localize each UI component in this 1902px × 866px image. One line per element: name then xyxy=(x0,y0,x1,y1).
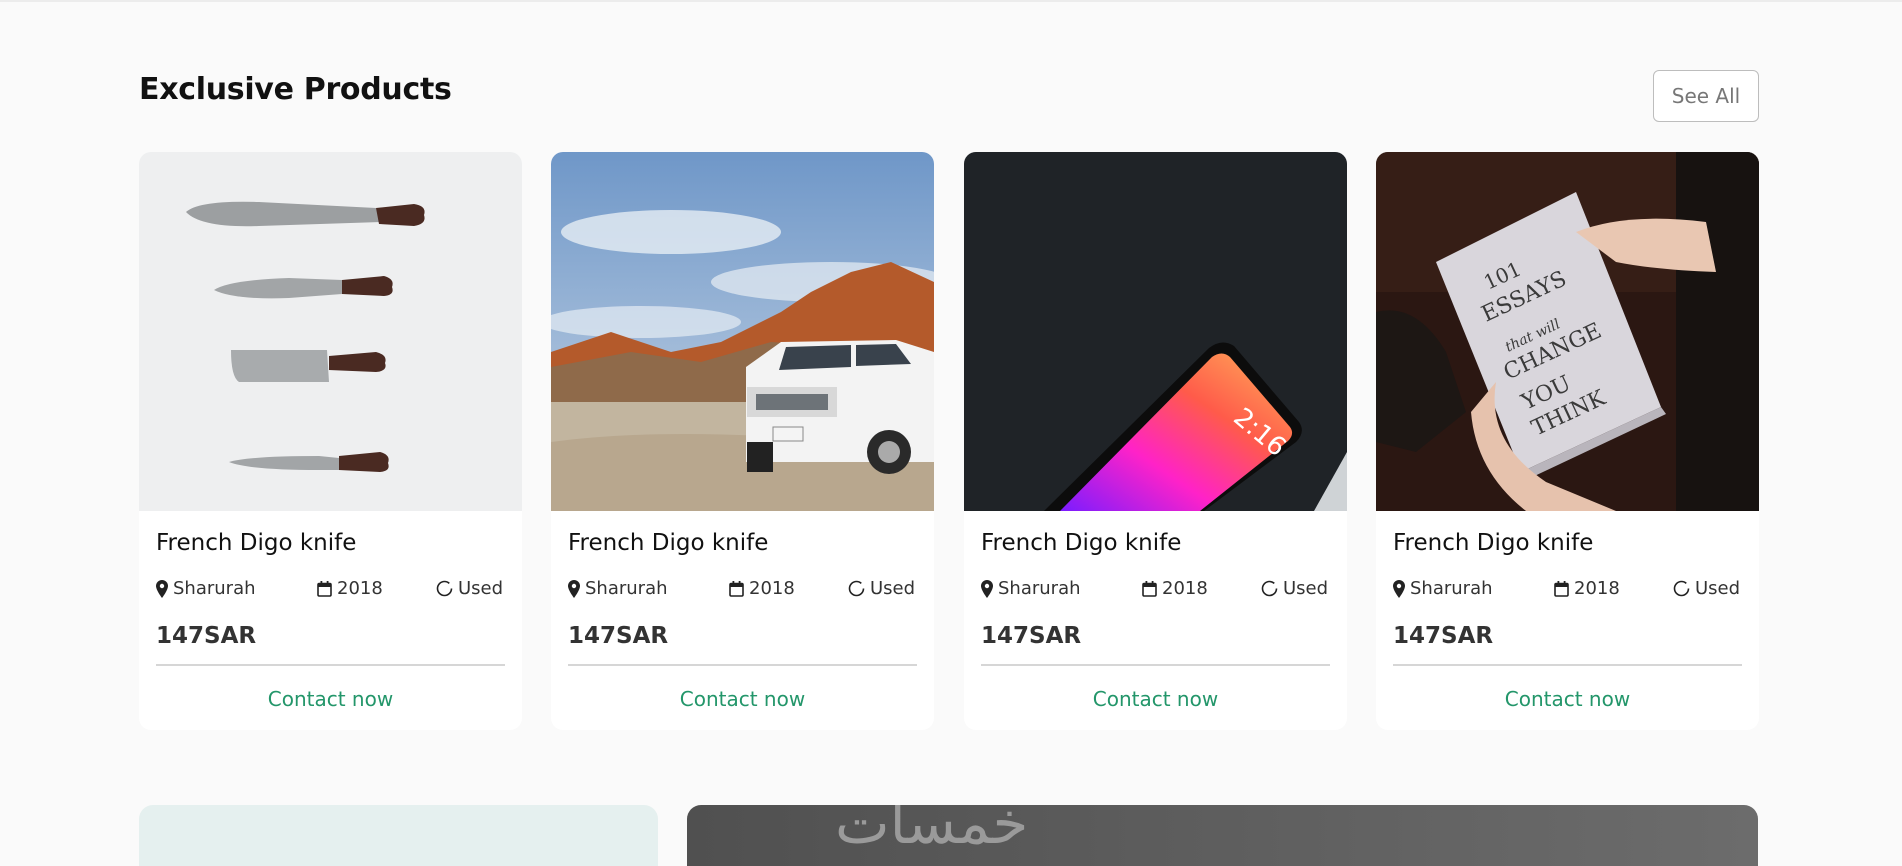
product-condition: Used xyxy=(1261,578,1328,599)
product-year-text: 2018 xyxy=(749,578,795,599)
product-year: 2018 xyxy=(1554,578,1620,599)
loader-icon xyxy=(848,580,865,597)
top-divider xyxy=(0,0,1902,2)
calendar-icon xyxy=(1142,580,1157,597)
product-meta: Sharurah 2018 Used xyxy=(156,578,505,604)
product-card-body: French Digo knife Sharurah 2018 Used 147… xyxy=(568,511,917,730)
product-grid: French Digo knife Sharurah 2018 Used 147… xyxy=(139,152,1759,730)
product-card[interactable]: French Digo knife Sharurah 2018 Used 147… xyxy=(139,152,522,730)
location-pin-icon xyxy=(568,579,580,598)
product-price: 147SAR xyxy=(1393,623,1494,649)
product-image-suv[interactable] xyxy=(551,152,934,511)
product-price: 147SAR xyxy=(156,623,257,649)
product-condition: Used xyxy=(848,578,915,599)
product-name[interactable]: French Digo knife xyxy=(1393,530,1593,556)
product-condition: Used xyxy=(436,578,503,599)
product-card[interactable]: French Digo knife Sharurah 2018 Used 147… xyxy=(551,152,934,730)
product-card-body: French Digo knife Sharurah 2018 Used 147… xyxy=(981,511,1330,730)
product-location-text: Sharurah xyxy=(585,578,668,599)
location-pin-icon xyxy=(1393,579,1405,598)
card-divider xyxy=(981,664,1330,666)
product-year-text: 2018 xyxy=(337,578,383,599)
product-card[interactable]: 101 ESSAYS that will CHANGE YOU THINK Fr… xyxy=(1376,152,1759,730)
product-name[interactable]: French Digo knife xyxy=(981,530,1181,556)
product-location: Sharurah xyxy=(1393,578,1493,599)
product-card-body: French Digo knife Sharurah 2018 Used 147… xyxy=(1393,511,1742,730)
card-divider xyxy=(1393,664,1742,666)
product-location: Sharurah xyxy=(156,578,256,599)
product-location: Sharurah xyxy=(981,578,1081,599)
location-pin-icon xyxy=(981,579,993,598)
contact-now-link[interactable]: Contact now xyxy=(1393,687,1742,711)
loader-icon xyxy=(436,580,453,597)
product-name[interactable]: French Digo knife xyxy=(568,530,768,556)
see-all-button[interactable]: See All xyxy=(1653,70,1759,122)
product-image-book[interactable]: 101 ESSAYS that will CHANGE YOU THINK xyxy=(1376,152,1759,511)
product-condition-text: Used xyxy=(1283,578,1329,599)
product-year: 2018 xyxy=(1142,578,1208,599)
product-meta: Sharurah 2018 Used xyxy=(568,578,917,604)
product-year-text: 2018 xyxy=(1162,578,1208,599)
contact-now-link[interactable]: Contact now xyxy=(981,687,1330,711)
promo-banner-left xyxy=(139,805,658,866)
product-location-text: Sharurah xyxy=(173,578,256,599)
product-condition-text: Used xyxy=(870,578,916,599)
khamsat-watermark: خمسات xyxy=(835,805,1029,857)
promo-banner-right: خمسات xyxy=(687,805,1758,866)
product-year: 2018 xyxy=(317,578,383,599)
loader-icon xyxy=(1261,580,1278,597)
loader-icon xyxy=(1673,580,1690,597)
calendar-icon xyxy=(1554,580,1569,597)
calendar-icon xyxy=(317,580,332,597)
location-pin-icon xyxy=(156,579,168,598)
calendar-icon xyxy=(729,580,744,597)
product-image-smartphone[interactable]: 2:16 xyxy=(964,152,1347,511)
product-card[interactable]: 2:16 French Digo knife Sharurah 2018 Use… xyxy=(964,152,1347,730)
product-meta: Sharurah 2018 Used xyxy=(1393,578,1742,604)
product-meta: Sharurah 2018 Used xyxy=(981,578,1330,604)
product-location-text: Sharurah xyxy=(1410,578,1493,599)
product-condition-text: Used xyxy=(1695,578,1741,599)
product-year-text: 2018 xyxy=(1574,578,1620,599)
product-condition-text: Used xyxy=(458,578,504,599)
card-divider xyxy=(156,664,505,666)
product-name[interactable]: French Digo knife xyxy=(156,530,356,556)
product-price: 147SAR xyxy=(568,623,669,649)
product-card-body: French Digo knife Sharurah 2018 Used 147… xyxy=(156,511,505,730)
product-location-text: Sharurah xyxy=(998,578,1081,599)
product-condition: Used xyxy=(1673,578,1740,599)
section-title: Exclusive Products xyxy=(139,72,452,107)
card-divider xyxy=(568,664,917,666)
product-image-knives[interactable] xyxy=(139,152,522,511)
product-year: 2018 xyxy=(729,578,795,599)
product-location: Sharurah xyxy=(568,578,668,599)
contact-now-link[interactable]: Contact now xyxy=(568,687,917,711)
contact-now-link[interactable]: Contact now xyxy=(156,687,505,711)
product-price: 147SAR xyxy=(981,623,1082,649)
